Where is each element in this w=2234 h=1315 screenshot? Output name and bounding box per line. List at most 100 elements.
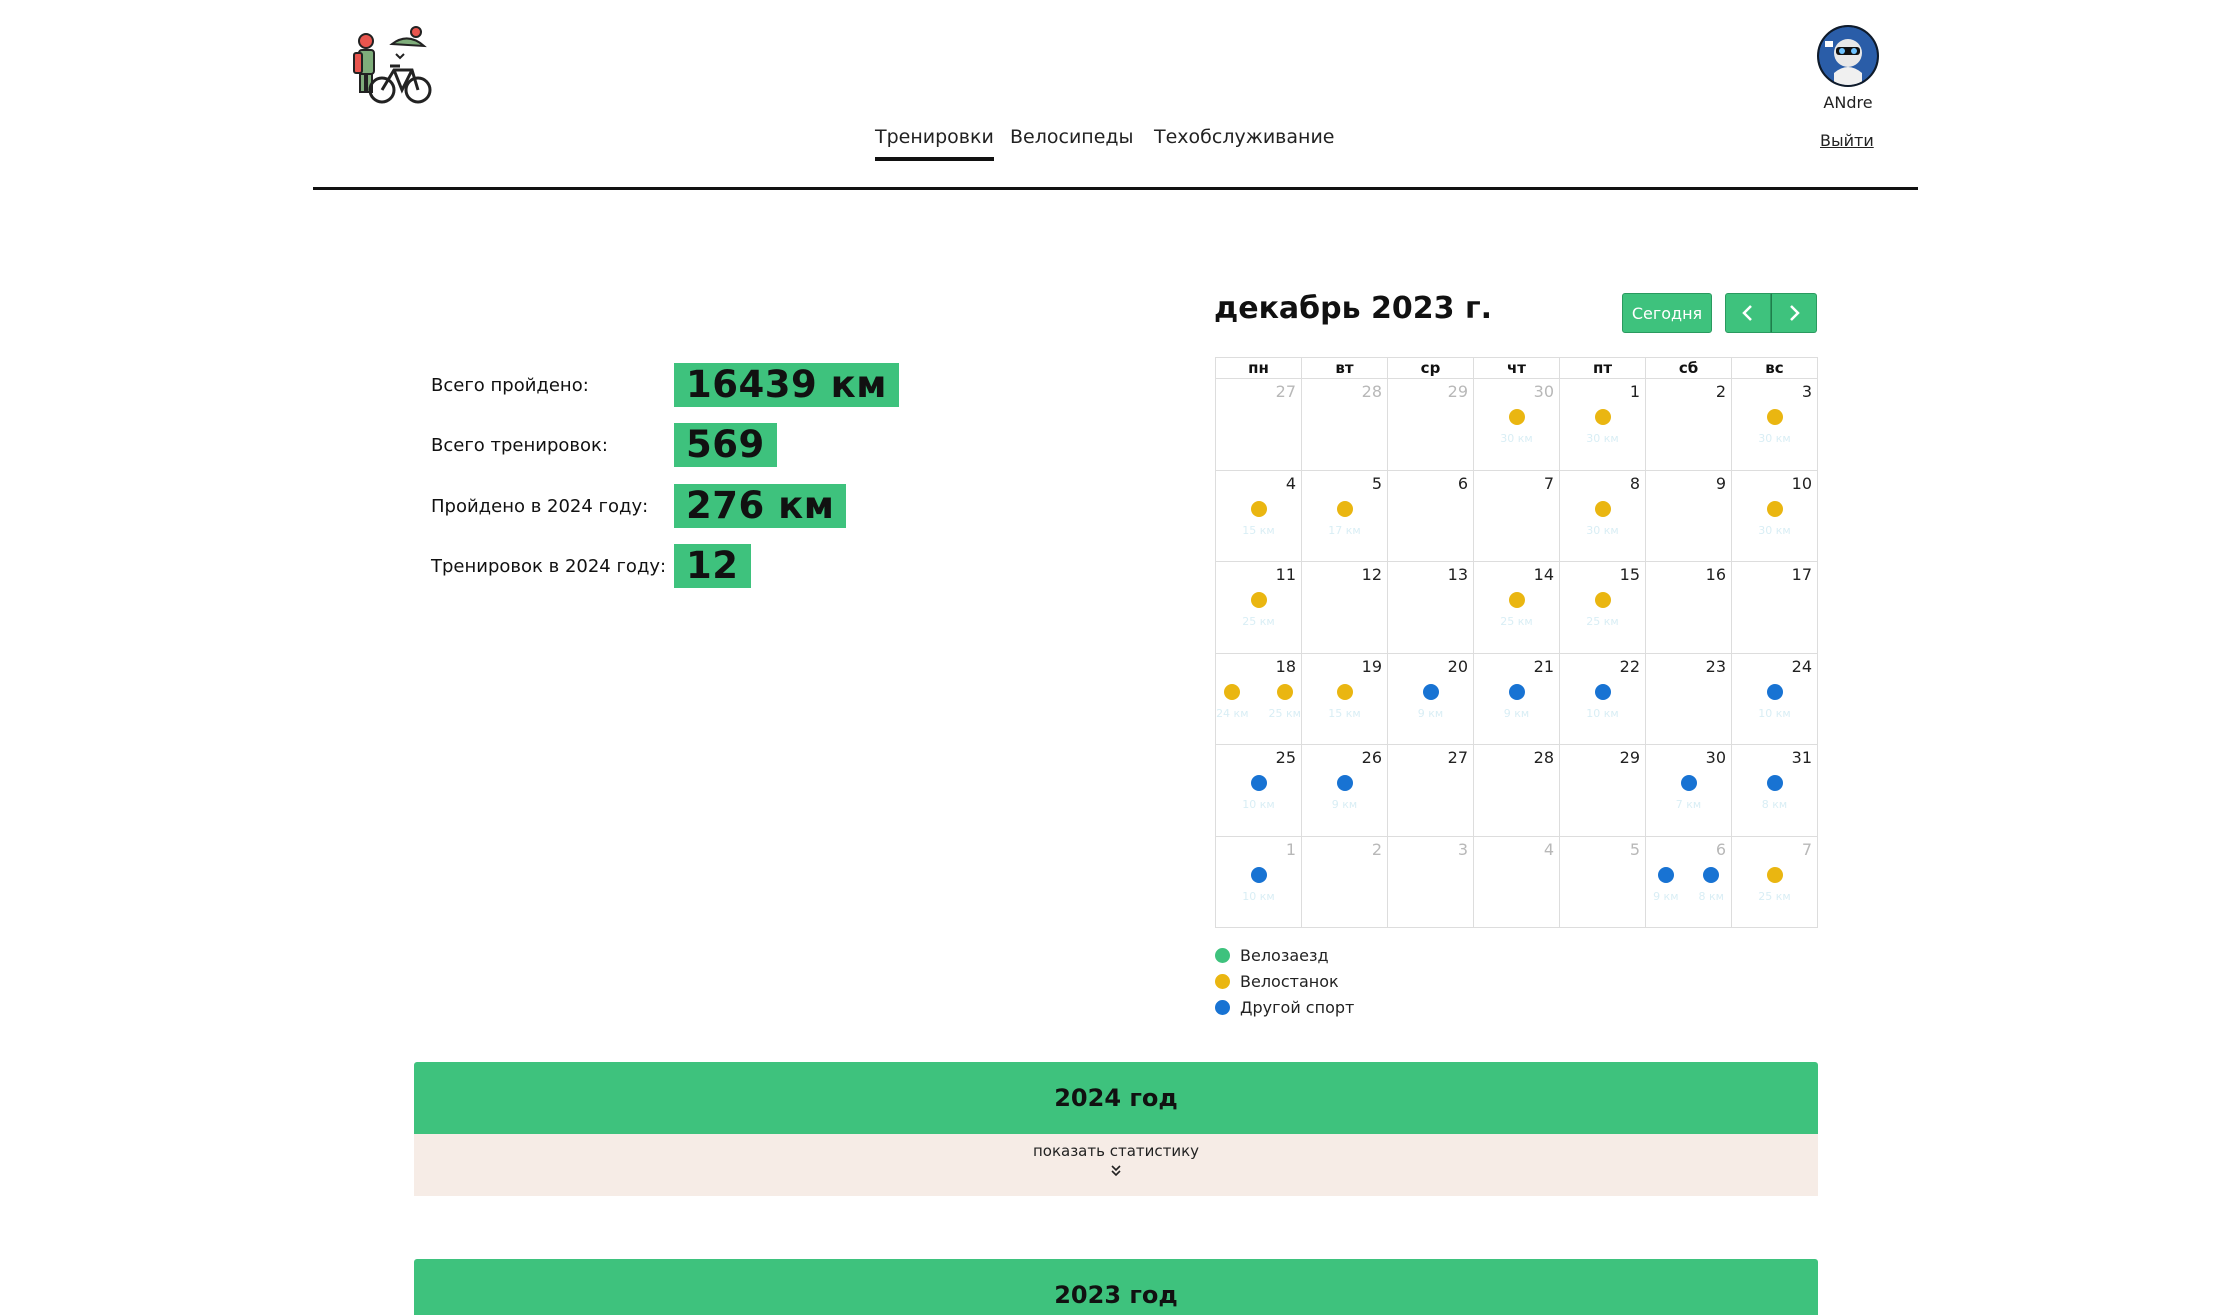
training-event[interactable]: 15 км [1242,500,1275,537]
day-events: 30 км [1732,409,1817,445]
year-header-2023[interactable]: 2023 год [414,1259,1818,1315]
training-event[interactable]: 25 км [1500,592,1533,628]
training-distance: 10 км [1242,889,1275,903]
training-event[interactable]: 7 км [1676,775,1701,811]
training-distance: 10 км [1242,798,1275,811]
calendar-day[interactable]: 18 24 км 25 км [1216,653,1302,745]
training-event[interactable]: 10 км [1242,866,1275,903]
training-event[interactable]: 10 км [1586,683,1619,720]
logo[interactable] [352,26,434,106]
legend-label: Велозаезд [1240,945,1329,965]
training-event[interactable]: 8 км [1699,866,1724,903]
training-event[interactable]: 10 км [1242,775,1275,811]
calendar-day[interactable]: 12 [1302,562,1388,654]
calendar-day[interactable]: 26 9 км [1302,745,1388,837]
calendar-day[interactable]: 28 [1302,379,1388,471]
show-stats-toggle[interactable]: показать статистику [414,1134,1818,1196]
calendar-day[interactable]: 27 [1216,379,1302,471]
calendar-day[interactable]: 2 [1646,379,1732,471]
training-event[interactable]: 17 км [1328,500,1361,537]
training-distance: 25 км [1758,889,1791,903]
stat-value: 16439 км [674,363,899,407]
calendar-day[interactable]: 27 [1388,745,1474,837]
calendar-day[interactable]: 13 [1388,562,1474,654]
training-dot-icon [1250,500,1267,517]
calendar-day[interactable]: 24 10 км [1732,653,1818,745]
nav-tab-trainings[interactable]: Тренировки [875,126,994,161]
calendar-day[interactable]: 7 25 км [1732,836,1818,928]
calendar-day[interactable]: 3 30 км [1732,379,1818,471]
today-button[interactable]: Сегодня [1622,293,1712,333]
legend-dot-icon [1215,947,1230,963]
stat-year-trainings: Тренировок в 2024 году: 12 [431,544,751,588]
calendar-day[interactable]: 5 [1560,836,1646,928]
logout-link[interactable]: Выйти [1820,131,1874,150]
calendar-day[interactable]: 2 [1302,836,1388,928]
training-dot-icon [1703,866,1720,883]
training-dot-icon [1594,592,1611,608]
training-event[interactable]: 25 км [1242,592,1275,628]
calendar-day[interactable]: 25 10 км [1216,745,1302,837]
training-event[interactable]: 9 км [1653,866,1679,903]
calendar-day[interactable]: 1 10 км [1216,836,1302,928]
calendar-day[interactable]: 1 30 км [1560,379,1646,471]
day-number: 5 [1629,839,1640,859]
next-month-button[interactable] [1771,293,1817,333]
training-event[interactable]: 25 км [1586,592,1619,628]
calendar-day[interactable]: 29 [1560,745,1646,837]
calendar-day[interactable]: 15 25 км [1560,562,1646,654]
year-header-2024[interactable]: 2024 год [414,1062,1818,1134]
calendar-day[interactable]: 30 30 км [1474,379,1560,471]
user-name: ANdre [1823,93,1873,112]
calendar-day[interactable]: 5 17 км [1302,470,1388,562]
training-dot-icon [1766,866,1783,883]
avatar[interactable] [1817,25,1879,87]
training-event[interactable]: 9 км [1332,775,1357,811]
training-event[interactable]: 30 км [1586,500,1619,537]
calendar-day[interactable]: 22 10 км [1560,653,1646,745]
calendar-day[interactable]: 4 15 км [1216,470,1302,562]
training-distance: 9 км [1503,706,1530,720]
day-number: 1 [1629,382,1640,401]
calendar-day[interactable]: 17 [1732,562,1818,654]
training-event[interactable]: 9 км [1418,683,1443,720]
calendar-day[interactable]: 31 8 км [1732,745,1818,837]
calendar-day[interactable]: 9 [1646,470,1732,562]
calendar-day[interactable]: 20 9 км [1388,653,1474,745]
training-event[interactable]: 25 км [1758,866,1791,903]
training-event[interactable]: 30 км [1500,409,1533,445]
calendar-day[interactable]: 4 [1474,836,1560,928]
calendar-day[interactable]: 6 9 км 8 км [1646,836,1732,928]
training-event[interactable]: 9 км [1503,683,1530,720]
calendar-day[interactable]: 14 25 км [1474,562,1560,654]
training-event[interactable]: 30 км [1586,409,1619,445]
nav-tab-maintenance[interactable]: Техобслуживание [1154,126,1334,157]
calendar-day[interactable]: 29 [1388,379,1474,471]
calendar-day[interactable]: 8 30 км [1560,470,1646,562]
training-event[interactable]: 24 км [1216,683,1249,720]
calendar-day[interactable]: 3 [1388,836,1474,928]
calendar-day[interactable]: 16 [1646,562,1732,654]
training-event[interactable]: 15 км [1328,683,1361,720]
day-number: 23 [1705,656,1726,676]
training-event[interactable]: 10 км [1758,683,1791,720]
training-event[interactable]: 30 км [1758,409,1791,445]
prev-month-button[interactable] [1725,293,1771,333]
training-distance: 10 км [1758,706,1791,720]
calendar-day[interactable]: 10 30 км [1732,470,1818,562]
calendar-day[interactable]: 11 25 км [1216,562,1302,654]
training-distance: 24 км [1216,706,1249,720]
calendar-day[interactable]: 30 7 км [1646,745,1732,837]
calendar-day[interactable]: 21 9 км [1474,653,1560,745]
calendar-day[interactable]: 19 15 км [1302,653,1388,745]
training-event[interactable]: 30 км [1758,500,1791,537]
user-profile[interactable]: ANdre [1812,25,1884,112]
calendar-day[interactable]: 7 [1474,470,1560,562]
weekday-label: пн [1216,358,1302,379]
calendar-day[interactable]: 28 [1474,745,1560,837]
nav-tab-bicycles[interactable]: Велосипеды [1010,126,1134,157]
calendar-day[interactable]: 6 [1388,470,1474,562]
training-event[interactable]: 8 км [1762,775,1787,811]
calendar-day[interactable]: 23 [1646,653,1732,745]
training-event[interactable]: 25 км [1269,683,1301,720]
